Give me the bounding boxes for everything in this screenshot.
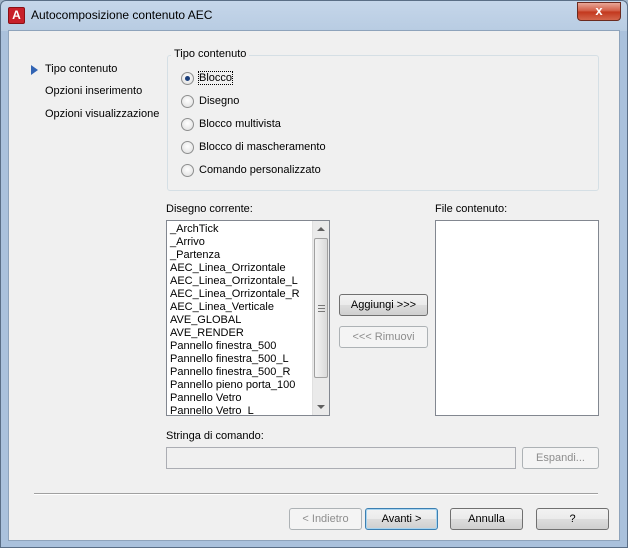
radio-button[interactable] <box>181 117 194 131</box>
add-button[interactable]: Aggiungi >>> <box>339 294 428 316</box>
radio-button[interactable] <box>181 163 194 177</box>
file-content-label: File contenuto: <box>435 203 508 215</box>
radio-option-blocco[interactable]: Blocco <box>181 70 234 86</box>
list-item[interactable]: Pannello pieno porta_100 <box>170 379 300 392</box>
title-bar[interactable]: A Autocomposizione contenuto AEC x <box>1 1 627 30</box>
command-string-label: Stringa di comando: <box>166 430 264 442</box>
nav-item-opzioni-inserimento[interactable]: Opzioni inserimento <box>45 85 142 97</box>
footer-separator <box>34 493 598 495</box>
radio-option-disegno[interactable]: Disegno <box>181 93 239 109</box>
nav-item-opzioni-visualizzazione[interactable]: Opzioni visualizzazione <box>45 108 159 120</box>
radio-button[interactable] <box>181 94 194 108</box>
list-item[interactable]: AEC_Linea_Orrizontale <box>170 262 300 275</box>
radio-button[interactable] <box>181 140 194 154</box>
content-type-group-title: Tipo contenuto <box>171 48 250 60</box>
current-drawing-label: Disegno corrente: <box>166 203 253 215</box>
window-title: Autocomposizione contenuto AEC <box>31 8 213 22</box>
list-item[interactable]: _Partenza <box>170 249 300 262</box>
next-button[interactable]: Avanti > <box>365 508 438 530</box>
scroll-grip-icon <box>318 305 325 312</box>
list-item[interactable]: AEC_Linea_Orrizontale_L <box>170 275 300 288</box>
list-item[interactable]: Pannello Vetro_L <box>170 405 300 415</box>
cancel-button[interactable]: Annulla <box>450 508 523 530</box>
help-button[interactable]: ? <box>536 508 609 530</box>
radio-option-blocco-multivista[interactable]: Blocco multivista <box>181 116 281 132</box>
list-item[interactable]: AVE_RENDER <box>170 327 300 340</box>
radio-button-checked[interactable] <box>181 71 194 85</box>
radio-label-disegno: Disegno <box>199 95 240 107</box>
radio-label-blocco: Blocco <box>197 71 234 85</box>
list-item[interactable]: _ArchTick <box>170 223 300 236</box>
radio-label-blocco-multivista: Blocco multivista <box>199 118 281 130</box>
close-button[interactable]: x <box>577 2 621 21</box>
list-item[interactable]: AEC_Linea_Orrizontale_R <box>170 288 300 301</box>
list-item[interactable]: _Arrivo <box>170 236 300 249</box>
command-string-input[interactable] <box>166 447 516 469</box>
autocad-logo-icon: A <box>8 7 25 24</box>
nav-active-arrow-icon <box>31 65 38 75</box>
dialog-window: A Autocomposizione contenuto AEC x Tipo … <box>0 0 628 548</box>
list-item[interactable]: AVE_GLOBAL <box>170 314 300 327</box>
radio-option-blocco-mascheramento[interactable]: Blocco di mascheramento <box>181 139 326 155</box>
scroll-down-arrow-icon[interactable] <box>317 405 325 409</box>
list-item[interactable]: AEC_Linea_Verticale <box>170 301 300 314</box>
current-drawing-list[interactable]: _ArchTick _Arrivo _Partenza AEC_Linea_Or… <box>166 220 330 416</box>
radio-label-comando-personalizzato: Comando personalizzato <box>199 164 321 176</box>
dialog-client-area: Tipo contenuto Opzioni inserimento Opzio… <box>8 30 620 541</box>
list-item[interactable]: Pannello Vetro <box>170 392 300 405</box>
current-drawing-items: _ArchTick _Arrivo _Partenza AEC_Linea_Or… <box>170 223 300 415</box>
scroll-up-arrow-icon[interactable] <box>317 227 325 231</box>
remove-button[interactable]: <<< Rimuovi <box>339 326 428 348</box>
vertical-scrollbar[interactable] <box>312 221 329 415</box>
scroll-thumb[interactable] <box>314 238 328 378</box>
radio-label-blocco-mascheramento: Blocco di mascheramento <box>199 141 326 153</box>
file-content-list[interactable] <box>435 220 599 416</box>
radio-option-comando-personalizzato[interactable]: Comando personalizzato <box>181 162 321 178</box>
back-button[interactable]: < Indietro <box>289 508 362 530</box>
list-item[interactable]: Pannello finestra_500 <box>170 340 300 353</box>
list-item[interactable]: Pannello finestra_500_R <box>170 366 300 379</box>
expand-button[interactable]: Espandi... <box>522 447 599 469</box>
list-item[interactable]: Pannello finestra_500_L <box>170 353 300 366</box>
nav-item-tipo-contenuto[interactable]: Tipo contenuto <box>45 63 117 75</box>
